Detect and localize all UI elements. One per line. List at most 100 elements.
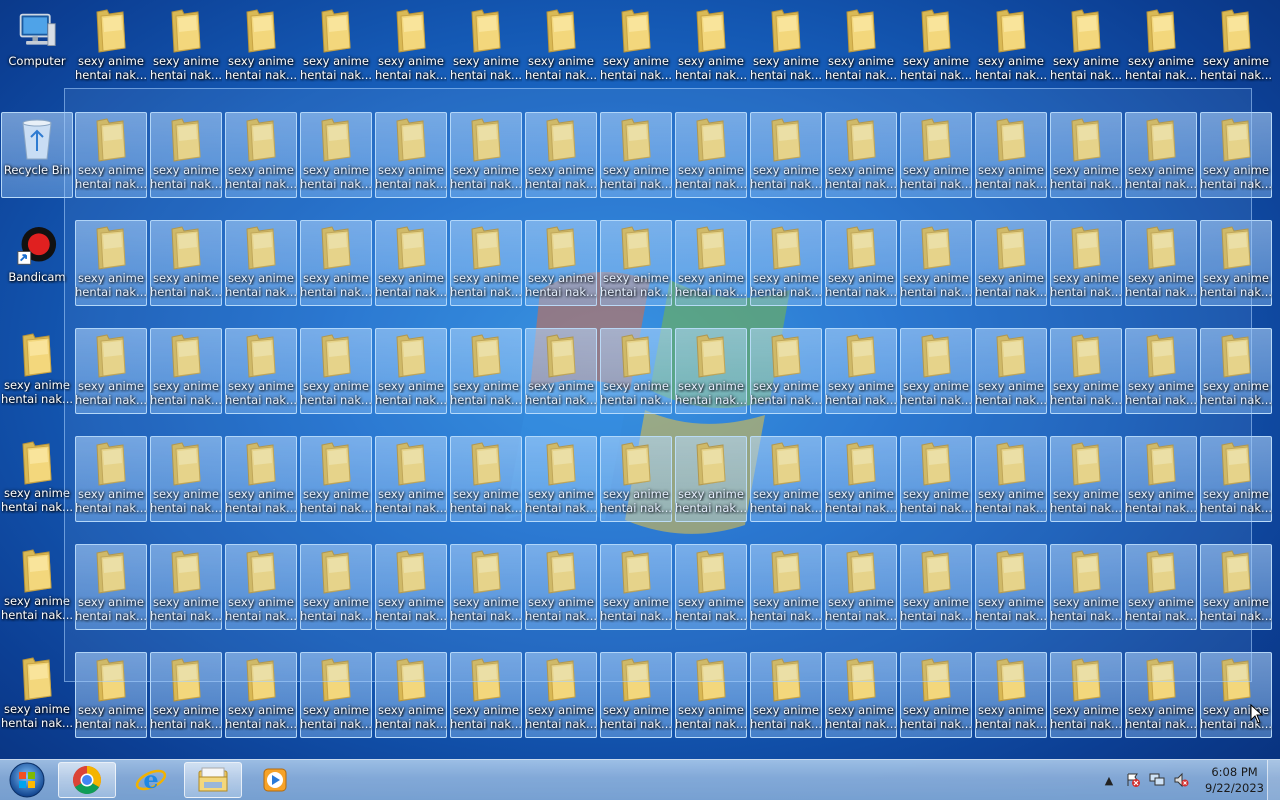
desktop-folder[interactable]: sexy anime hentai nak... (1200, 436, 1272, 522)
desktop-folder[interactable]: sexy anime hentai nak... (825, 220, 897, 306)
desktop-folder[interactable]: sexy anime hentai nak... (375, 328, 447, 414)
desktop-folder[interactable]: sexy anime hentai nak... (825, 436, 897, 522)
desktop-folder[interactable]: sexy anime hentai nak... (600, 652, 672, 738)
desktop[interactable]: Computer Recycle Bin Bandicam sexy anime hen… (0, 0, 1280, 760)
desktop-folder[interactable]: sexy anime hentai nak... (1050, 544, 1122, 630)
desktop-folder[interactable]: sexy anime hentai nak... (1125, 436, 1197, 522)
desktop-folder[interactable]: sexy anime hentai nak... (225, 652, 297, 738)
desktop-folder[interactable]: sexy anime hentai nak... (450, 652, 522, 738)
desktop-folder[interactable]: sexy anime hentai nak... (225, 436, 297, 522)
volume-icon[interactable] (1171, 770, 1191, 790)
desktop-folder[interactable]: sexy anime hentai nak... (225, 328, 297, 414)
desktop-folder[interactable]: sexy anime hentai nak... (675, 652, 747, 738)
desktop-folder[interactable]: sexy anime hentai nak... (375, 436, 447, 522)
desktop-folder[interactable]: sexy anime hentai nak... (825, 112, 897, 198)
desktop-folder[interactable]: sexy anime hentai nak... (225, 220, 297, 306)
show-desktop-button[interactable] (1267, 760, 1280, 800)
desktop-folder[interactable]: sexy anime hentai nak... (450, 436, 522, 522)
desktop-folder[interactable]: sexy anime hentai nak... (300, 544, 372, 630)
desktop-folder[interactable]: sexy anime hentai nak... (225, 112, 297, 198)
desktop-folder[interactable]: sexy anime hentai nak... (525, 544, 597, 630)
desktop-folder[interactable]: sexy anime hentai nak... (1, 436, 73, 522)
desktop-folder[interactable]: sexy anime hentai nak... (1200, 544, 1272, 630)
desktop-folder[interactable]: sexy anime hentai nak... (675, 436, 747, 522)
desktop-folder[interactable]: sexy anime hentai nak... (75, 544, 147, 630)
desktop-folder[interactable]: sexy anime hentai nak... (450, 328, 522, 414)
desktop-folder[interactable]: sexy anime hentai nak... (150, 220, 222, 306)
desktop-folder[interactable]: sexy anime hentai nak... (600, 544, 672, 630)
desktop-folder[interactable]: sexy anime hentai nak... (300, 652, 372, 738)
desktop-folder[interactable]: sexy anime hentai nak... (1050, 112, 1122, 198)
desktop-folder[interactable]: sexy anime hentai nak... (750, 4, 822, 90)
desktop-folder[interactable]: sexy anime hentai nak... (975, 328, 1047, 414)
desktop-folder[interactable]: sexy anime hentai nak... (75, 220, 147, 306)
desktop-folder[interactable]: sexy anime hentai nak... (1050, 220, 1122, 306)
desktop-folder[interactable]: sexy anime hentai nak... (900, 652, 972, 738)
desktop-folder[interactable]: sexy anime hentai nak... (375, 220, 447, 306)
desktop-folder[interactable]: sexy anime hentai nak... (825, 4, 897, 90)
desktop-folder[interactable]: sexy anime hentai nak... (675, 112, 747, 198)
desktop-folder[interactable]: sexy anime hentai nak... (1125, 112, 1197, 198)
action-center-icon[interactable] (1123, 770, 1143, 790)
desktop-folder[interactable]: sexy anime hentai nak... (1125, 652, 1197, 738)
desktop-folder[interactable]: sexy anime hentai nak... (975, 436, 1047, 522)
taskbar-media-player-button[interactable] (246, 762, 304, 798)
desktop-folder[interactable]: sexy anime hentai nak... (150, 436, 222, 522)
desktop-folder[interactable]: sexy anime hentai nak... (750, 220, 822, 306)
desktop-folder[interactable]: sexy anime hentai nak... (525, 652, 597, 738)
desktop-folder[interactable]: sexy anime hentai nak... (450, 220, 522, 306)
desktop-folder[interactable]: sexy anime hentai nak... (225, 4, 297, 90)
desktop-folder[interactable]: sexy anime hentai nak... (75, 4, 147, 90)
desktop-folder[interactable]: sexy anime hentai nak... (675, 544, 747, 630)
desktop-folder[interactable]: sexy anime hentai nak... (1125, 544, 1197, 630)
desktop-folder[interactable]: sexy anime hentai nak... (450, 4, 522, 90)
desktop-folder[interactable]: sexy anime hentai nak... (300, 220, 372, 306)
desktop-folder[interactable]: sexy anime hentai nak... (975, 220, 1047, 306)
desktop-folder[interactable]: sexy anime hentai nak... (150, 328, 222, 414)
desktop-folder[interactable]: sexy anime hentai nak... (825, 328, 897, 414)
desktop-folder[interactable]: sexy anime hentai nak... (1125, 4, 1197, 90)
desktop-folder[interactable]: sexy anime hentai nak... (750, 436, 822, 522)
desktop-folder[interactable]: sexy anime hentai nak... (750, 544, 822, 630)
desktop-folder[interactable]: sexy anime hentai nak... (675, 328, 747, 414)
desktop-icon-bandicam[interactable]: Bandicam (1, 220, 73, 306)
desktop-folder[interactable]: sexy anime hentai nak... (75, 328, 147, 414)
desktop-folder[interactable]: sexy anime hentai nak... (375, 652, 447, 738)
desktop-folder[interactable]: sexy anime hentai nak... (1, 328, 73, 414)
desktop-folder[interactable]: sexy anime hentai nak... (600, 4, 672, 90)
desktop-folder[interactable]: sexy anime hentai nak... (150, 4, 222, 90)
desktop-folder[interactable]: sexy anime hentai nak... (525, 4, 597, 90)
desktop-folder[interactable]: sexy anime hentai nak... (1050, 4, 1122, 90)
desktop-folder[interactable]: sexy anime hentai nak... (900, 544, 972, 630)
desktop-folder[interactable]: sexy anime hentai nak... (825, 652, 897, 738)
desktop-folder[interactable]: sexy anime hentai nak... (750, 328, 822, 414)
show-hidden-icons-icon[interactable]: ▲ (1099, 770, 1119, 790)
desktop-folder[interactable]: sexy anime hentai nak... (450, 112, 522, 198)
desktop-folder[interactable]: sexy anime hentai nak... (1050, 436, 1122, 522)
desktop-folder[interactable]: sexy anime hentai nak... (975, 112, 1047, 198)
desktop-folder[interactable]: sexy anime hentai nak... (1200, 652, 1272, 738)
desktop-folder[interactable]: sexy anime hentai nak... (975, 544, 1047, 630)
desktop-folder[interactable]: sexy anime hentai nak... (600, 112, 672, 198)
desktop-folder[interactable]: sexy anime hentai nak... (975, 652, 1047, 738)
desktop-folder[interactable]: sexy anime hentai nak... (600, 328, 672, 414)
taskbar-explorer-button[interactable] (184, 762, 242, 798)
desktop-folder[interactable]: sexy anime hentai nak... (675, 220, 747, 306)
desktop-folder[interactable]: sexy anime hentai nak... (1200, 4, 1272, 90)
desktop-folder[interactable]: sexy anime hentai nak... (300, 328, 372, 414)
desktop-folder[interactable]: sexy anime hentai nak... (975, 4, 1047, 90)
desktop-folder[interactable]: sexy anime hentai nak... (600, 220, 672, 306)
desktop-folder[interactable]: sexy anime hentai nak... (750, 652, 822, 738)
desktop-folder[interactable]: sexy anime hentai nak... (300, 436, 372, 522)
desktop-folder[interactable]: sexy anime hentai nak... (450, 544, 522, 630)
taskbar-ie-button[interactable]: e (122, 762, 180, 798)
desktop-folder[interactable]: sexy anime hentai nak... (150, 652, 222, 738)
desktop-folder[interactable]: sexy anime hentai nak... (600, 436, 672, 522)
desktop-folder[interactable]: sexy anime hentai nak... (1050, 328, 1122, 414)
clock[interactable]: 6:08 PM 9/22/2023 (1205, 764, 1264, 796)
desktop-folder[interactable]: sexy anime hentai nak... (75, 112, 147, 198)
desktop-icon-computer[interactable]: Computer (1, 4, 73, 90)
start-button[interactable] (4, 761, 50, 799)
desktop-folder[interactable]: sexy anime hentai nak... (525, 328, 597, 414)
desktop-folder[interactable]: sexy anime hentai nak... (900, 328, 972, 414)
